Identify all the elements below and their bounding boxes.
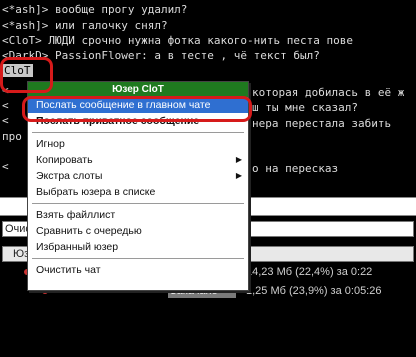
chat-line: CloT — [2, 64, 414, 78]
chat-line-tail: о на пересказ — [252, 162, 339, 175]
user-nick[interactable]: CloT — [2, 64, 33, 77]
submenu-arrow-icon: ▶ — [235, 171, 242, 180]
chat-line-tail: которая добилась в её ж — [252, 86, 405, 99]
menu-separator — [32, 132, 244, 133]
menu-item-match-queue[interactable]: Сравнить с очередью — [28, 223, 248, 239]
chat-line-tail: ш ты мне сказал? — [252, 101, 358, 114]
menu-separator — [32, 258, 244, 259]
menu-item-label: Экстра слоты — [36, 170, 103, 182]
chat-line: <*ash]> или галочку снял? — [2, 19, 168, 32]
menu-item-extra-slots[interactable]: Экстра слоты ▶ — [28, 168, 248, 184]
menu-title: Юзер CloT — [28, 82, 248, 97]
menu-separator — [32, 203, 244, 204]
user-context-menu: Юзер CloT Послать сообщение в главном ча… — [27, 81, 249, 291]
menu-item-ignore[interactable]: Игнор — [28, 136, 248, 152]
menu-item-send-main-chat[interactable]: Послать сообщение в главном чате — [28, 97, 248, 113]
menu-item-label: Копировать — [36, 154, 93, 166]
chat-line: <CloT> ЛЮДИ срочно нужна фотка какого-ни… — [2, 34, 353, 47]
menu-item-clear-chat[interactable]: Очистить чат — [28, 262, 248, 278]
chat-line-tail: нера перестала забить — [252, 117, 392, 130]
submenu-arrow-icon: ▶ — [235, 155, 242, 164]
chat-line: <DarkD> PassionFlower: а в тесте , чё те… — [2, 49, 320, 62]
menu-item-select-user[interactable]: Выбрать юзера в списке — [28, 184, 248, 200]
chat-line: <*ash]> вообще прогу удалил? — [2, 3, 188, 16]
menu-item-copy[interactable]: Копировать ▶ — [28, 152, 248, 168]
menu-item-send-private[interactable]: Послать приватное сообщение — [28, 113, 248, 129]
download-progress-text: 1,25 Мб (23,9%) за 0:05:26 — [246, 285, 382, 297]
download-progress-text: 14,23 Мб (22,4%) за 0:22 — [246, 266, 373, 278]
menu-item-get-filelist[interactable]: Взять файллист — [28, 207, 248, 223]
menu-item-favorite-user[interactable]: Избранный юзер — [28, 239, 248, 255]
